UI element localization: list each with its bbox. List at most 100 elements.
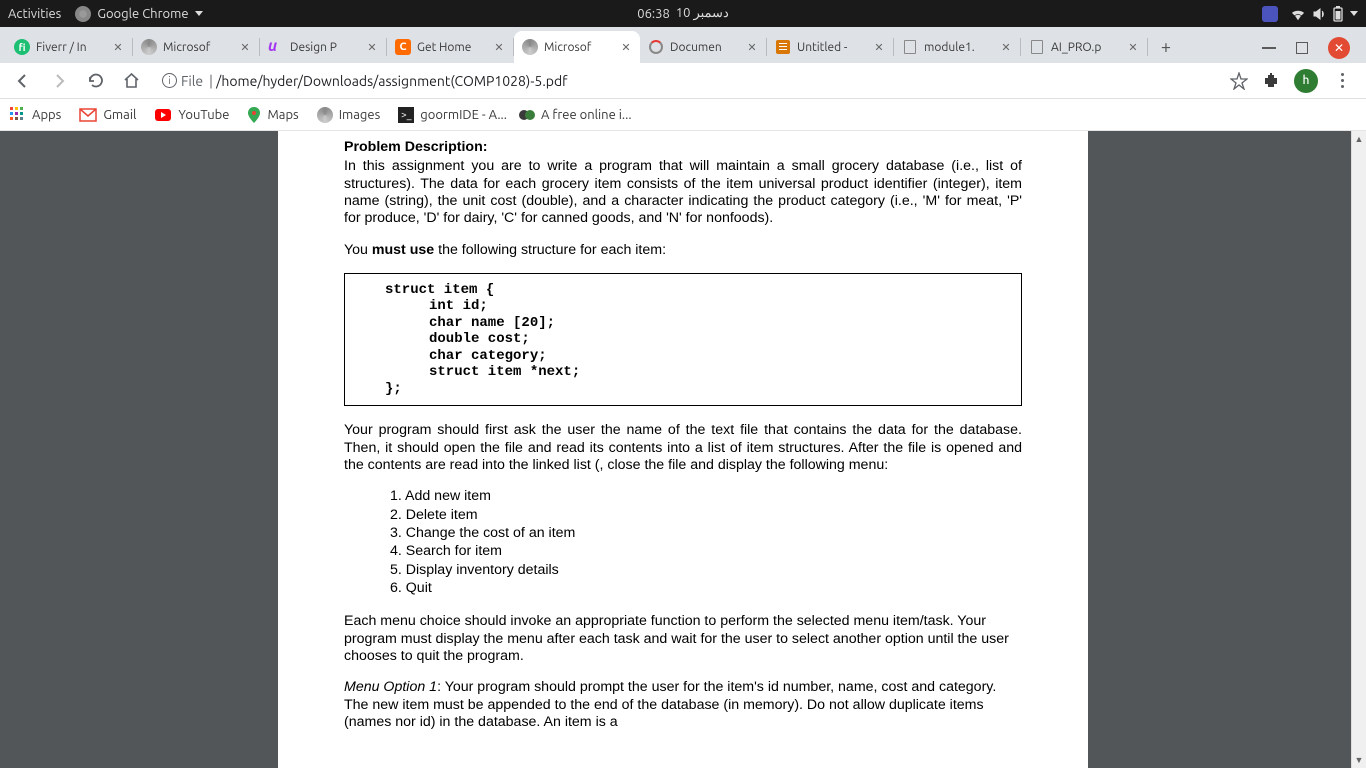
window-minimize-button[interactable] [1262, 47, 1276, 49]
browser-tab[interactable]: module1.✕ [894, 31, 1020, 63]
url-scheme-label: File [181, 73, 203, 89]
tab-title: Fiverr / In [36, 41, 106, 54]
window-maximize-button[interactable] [1296, 42, 1308, 54]
close-icon[interactable]: ✕ [493, 41, 505, 53]
bookmarks-bar: Apps Gmail YouTube Maps Images >_goormID… [0, 99, 1366, 131]
bookmark-label: Apps [32, 108, 61, 122]
section-heading: Problem Description: [344, 139, 1022, 156]
dot-icon [525, 110, 535, 120]
chrome-menu-button[interactable] [1332, 73, 1352, 88]
forward-button[interactable] [44, 66, 74, 96]
window-close-button[interactable]: ✕ [1328, 37, 1350, 59]
file-icon [904, 40, 916, 54]
chrome-icon [75, 6, 91, 22]
menu-list: 1. Add new item 2. Delete item 3. Change… [344, 488, 1022, 597]
tab-title: AI_PRO.p [1051, 41, 1121, 54]
bookmark-label: A free online i... [541, 108, 632, 122]
file-icon [1031, 40, 1043, 54]
chegg-icon: C [395, 39, 411, 55]
apps-grid-icon [10, 107, 26, 123]
chevron-down-icon [1350, 11, 1358, 16]
close-icon[interactable]: ✕ [1127, 41, 1139, 53]
vertical-scrollbar[interactable]: ▲ ▼ [1351, 131, 1366, 768]
youtube-icon [154, 108, 172, 122]
browser-tab[interactable]: u Design P ✕ [260, 31, 386, 63]
clock-date: دسمبر 10 [676, 6, 729, 21]
fiverr-icon: fi [14, 39, 30, 55]
browser-tab[interactable]: AI_PRO.p ✕ [1021, 31, 1147, 63]
avatar-letter: h [1303, 74, 1310, 87]
pdf-page: Problem Description: In this assignment … [278, 131, 1088, 768]
tab-title: Untitled - [797, 41, 867, 54]
address-bar[interactable]: iFile | /home/hyder/Downloads/assignment… [152, 67, 1224, 95]
close-icon[interactable]: ✕ [112, 41, 124, 53]
notebook-icon [776, 40, 790, 54]
home-button[interactable] [116, 66, 146, 96]
chevron-down-icon [195, 11, 203, 16]
browser-tab[interactable]: Untitled - ✕ [767, 31, 893, 63]
code-block: struct item { int id; char name [20]; do… [344, 273, 1022, 407]
bookmark-item[interactable]: >_goormIDE - A... [398, 107, 507, 123]
paragraph: Each menu choice should invoke an approp… [344, 613, 1022, 665]
system-tray[interactable] [1290, 5, 1358, 23]
battery-icon [1332, 5, 1344, 23]
url-path: /home/hyder/Downloads/assignment(COMP102… [216, 73, 567, 89]
activities-button[interactable]: Activities [8, 7, 61, 21]
close-icon[interactable]: ✕ [366, 41, 378, 53]
scroll-down-button[interactable]: ▼ [1352, 752, 1366, 768]
tab-title: Documen [670, 41, 740, 54]
terminal-icon: >_ [398, 107, 414, 123]
reload-button[interactable] [80, 66, 110, 96]
bookmark-item[interactable]: Maps [247, 106, 298, 124]
ring-icon [649, 40, 663, 54]
new-tab-button[interactable]: + [1152, 33, 1180, 61]
bookmark-star-icon[interactable] [1230, 72, 1248, 90]
tab-title: Microsof [163, 41, 233, 54]
browser-tab[interactable]: Documen ✕ [640, 31, 766, 63]
wifi-icon [1290, 7, 1306, 21]
paragraph: Menu Option 1: Your program should promp… [344, 679, 1022, 731]
volume-icon [1312, 7, 1326, 21]
extensions-icon[interactable] [1262, 72, 1280, 90]
browser-toolbar: iFile | /home/hyder/Downloads/assignment… [0, 63, 1366, 99]
udemy-icon: u [268, 39, 284, 55]
system-top-bar: Activities Google Chrome 06:38 دسمبر 10 [0, 0, 1366, 27]
browser-tab-active[interactable]: Microsof✕ [514, 31, 640, 63]
apps-bookmark[interactable]: Apps [10, 107, 61, 123]
globe-icon [522, 39, 538, 55]
activities-label: Activities [8, 7, 61, 21]
scroll-up-button[interactable]: ▲ [1352, 131, 1366, 147]
close-icon[interactable]: ✕ [239, 41, 251, 53]
close-icon[interactable]: ✕ [1000, 41, 1012, 53]
browser-tab-strip: fi Fiverr / In ✕ Microsof ✕ u Design P ✕ CGet… [0, 27, 1366, 63]
globe-icon [141, 39, 157, 55]
bookmark-item[interactable]: YouTube [154, 108, 229, 122]
bookmark-label: Gmail [103, 108, 136, 122]
bookmark-label: YouTube [178, 108, 229, 122]
browser-tab[interactable]: CGet Home✕ [387, 31, 513, 63]
close-icon[interactable]: ✕ [873, 41, 885, 53]
profile-avatar[interactable]: h [1294, 69, 1318, 93]
bookmark-label: Images [339, 108, 381, 122]
close-icon[interactable]: ✕ [746, 41, 758, 53]
close-icon[interactable]: ✕ [620, 41, 632, 53]
bookmark-item[interactable]: Images [317, 107, 381, 123]
paragraph: In this assignment you are to write a pr… [344, 158, 1022, 227]
browser-tab[interactable]: Microsof ✕ [133, 31, 259, 63]
paragraph: Your program should first ask the user t… [344, 422, 1022, 474]
globe-icon [317, 107, 333, 123]
pdf-viewer[interactable]: Problem Description: In this assignment … [0, 131, 1366, 768]
gmail-icon [79, 108, 97, 122]
tab-title: Design P [290, 41, 360, 54]
bookmark-item[interactable]: A free online i... [525, 108, 632, 122]
bookmark-item[interactable]: Gmail [79, 108, 136, 122]
bookmark-label: Maps [267, 108, 298, 122]
browser-tab[interactable]: fi Fiverr / In ✕ [6, 31, 132, 63]
maps-icon [247, 106, 261, 124]
clock-area[interactable]: 06:38 دسمبر 10 [637, 6, 728, 21]
back-button[interactable] [8, 66, 38, 96]
info-icon: i [162, 73, 177, 88]
active-app-label: Google Chrome [97, 7, 188, 21]
active-app-indicator[interactable]: Google Chrome [75, 6, 202, 22]
teams-tray-icon[interactable] [1262, 6, 1278, 22]
